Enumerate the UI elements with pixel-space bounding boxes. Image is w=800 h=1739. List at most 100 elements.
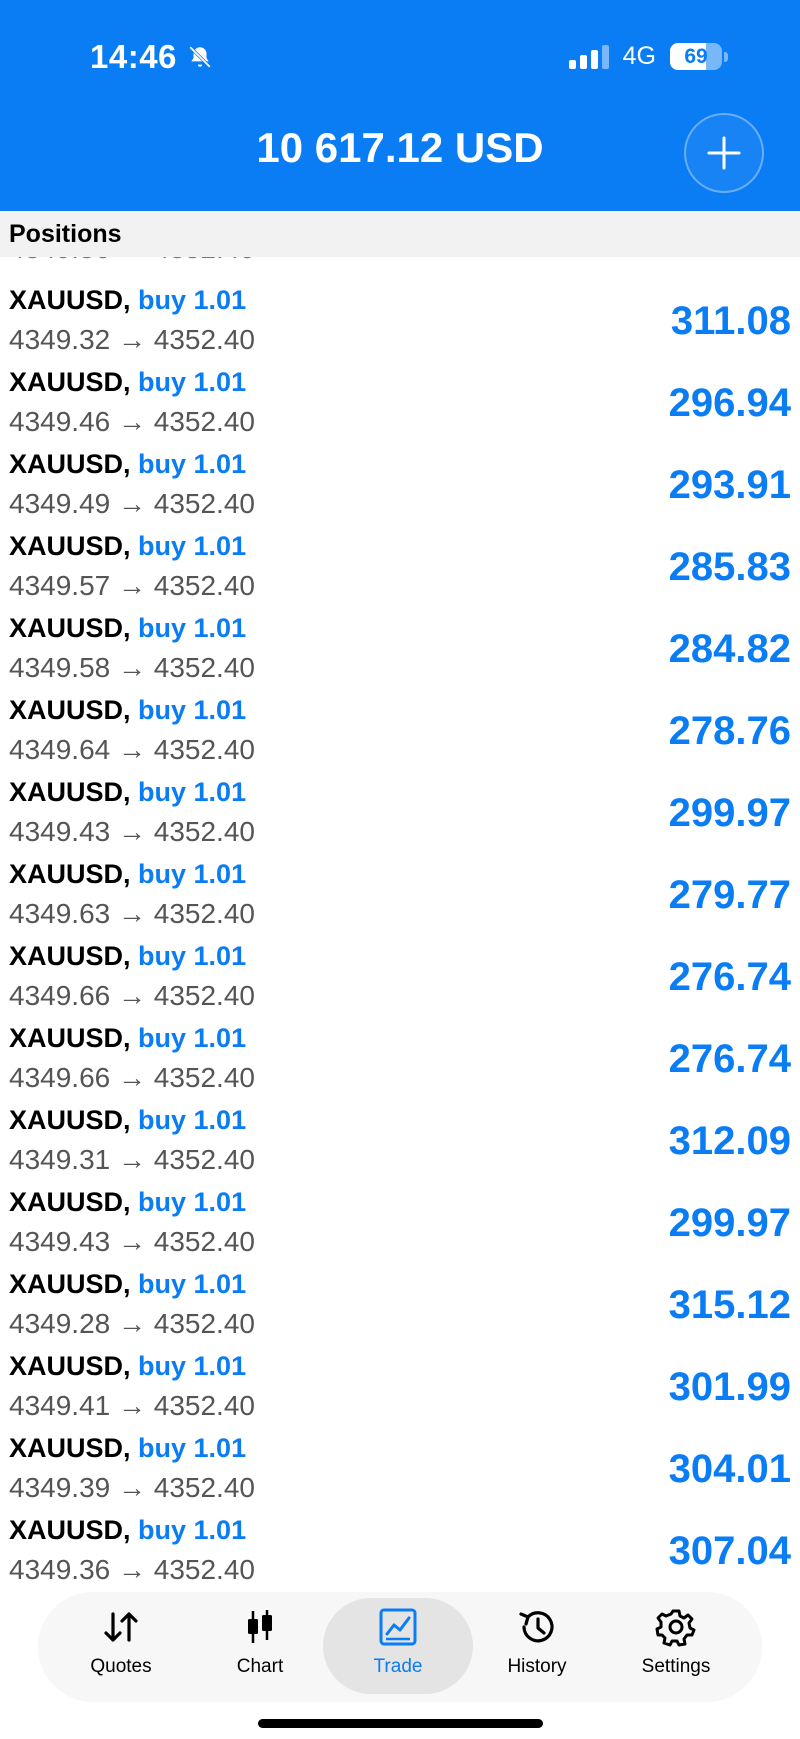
position-title: XAUUSD, buy 1.01 — [9, 1515, 246, 1546]
position-profit: 296.94 — [668, 381, 791, 425]
position-profit: 284.82 — [668, 627, 791, 671]
home-indicator — [258, 1719, 543, 1728]
position-prices: 4349.28 → 4352.40 — [9, 1308, 255, 1339]
position-profit: 279.77 — [668, 873, 791, 917]
position-prices: 4349.57 → 4352.40 — [9, 570, 255, 601]
status-time: 14:46 — [90, 38, 213, 76]
position-profit: 312.09 — [668, 1119, 791, 1163]
position-side: buy 1.01 — [138, 531, 247, 561]
partial-row-prices: 4349.56 → 4352.40 — [9, 257, 255, 265]
quotes-arrows-icon — [104, 1612, 138, 1642]
position-row[interactable]: XAUUSD, buy 1.01 4349.32 → 4352.40 311.08 — [0, 281, 800, 363]
new-order-button[interactable] — [684, 113, 764, 193]
tab-quotes[interactable]: Quotes — [46, 1598, 196, 1694]
position-side: buy 1.01 — [138, 1351, 247, 1381]
position-title: XAUUSD, buy 1.01 — [9, 859, 246, 890]
position-profit: 299.97 — [668, 791, 791, 835]
position-profit: 304.01 — [668, 1447, 791, 1491]
tab-bar: Quotes Chart Trade History Settings — [38, 1592, 762, 1702]
position-row[interactable]: XAUUSD, buy 1.01 4349.46 → 4352.40 296.94 — [0, 363, 800, 445]
tab-settings[interactable]: Settings — [601, 1598, 751, 1694]
position-side: buy 1.01 — [138, 1105, 247, 1135]
position-title: XAUUSD, buy 1.01 — [9, 1269, 246, 1300]
position-side: buy 1.01 — [138, 1433, 247, 1463]
position-symbol: XAUUSD, — [9, 1023, 131, 1053]
position-title: XAUUSD, buy 1.01 — [9, 1351, 246, 1382]
position-row[interactable]: XAUUSD, buy 1.01 4349.57 → 4352.40 285.83 — [0, 527, 800, 609]
position-symbol: XAUUSD, — [9, 1433, 131, 1463]
position-prices: 4349.46 → 4352.40 — [9, 406, 255, 437]
position-row[interactable]: XAUUSD, buy 1.01 4349.63 → 4352.40 279.77 — [0, 855, 800, 937]
positions-list[interactable]: 4349.56 → 4352.40 XAUUSD, buy 1.01 4349.3… — [0, 257, 800, 1590]
position-side: buy 1.01 — [138, 613, 247, 643]
position-prices: 4349.43 → 4352.40 — [9, 1226, 255, 1257]
position-title: XAUUSD, buy 1.01 — [9, 777, 246, 808]
network-type: 4G — [622, 42, 656, 70]
position-row[interactable]: XAUUSD, buy 1.01 4349.39 → 4352.40 304.01 — [0, 1429, 800, 1511]
position-title: XAUUSD, buy 1.01 — [9, 613, 246, 644]
plus-icon — [707, 136, 741, 170]
position-row[interactable]: XAUUSD, buy 1.01 4349.64 → 4352.40 278.76 — [0, 691, 800, 773]
position-row[interactable]: XAUUSD, buy 1.01 4349.36 → 4352.40 307.04 — [0, 1511, 800, 1590]
position-row[interactable]: XAUUSD, buy 1.01 4349.41 → 4352.40 301.99 — [0, 1347, 800, 1429]
position-profit: 311.08 — [670, 299, 791, 343]
position-side: buy 1.01 — [138, 777, 247, 807]
trade-chart-icon — [379, 1608, 417, 1646]
position-title: XAUUSD, buy 1.01 — [9, 1105, 246, 1136]
position-prices: 4349.63 → 4352.40 — [9, 898, 255, 929]
candlestick-icon — [248, 1610, 272, 1643]
position-row[interactable]: XAUUSD, buy 1.01 4349.31 → 4352.40 312.09 — [0, 1101, 800, 1183]
position-prices: 4349.58 → 4352.40 — [9, 652, 255, 683]
position-side: buy 1.01 — [138, 695, 247, 725]
position-prices: 4349.64 → 4352.40 — [9, 734, 255, 765]
position-profit: 299.97 — [668, 1201, 791, 1245]
position-side: buy 1.01 — [138, 859, 247, 889]
position-symbol: XAUUSD, — [9, 613, 131, 643]
tab-chart-label: Chart — [236, 1656, 284, 1677]
tab-history-label: History — [507, 1656, 567, 1677]
position-row[interactable]: XAUUSD, buy 1.01 4349.49 → 4352.40 293.91 — [0, 445, 800, 527]
tab-chart[interactable]: Chart — [185, 1598, 335, 1694]
position-symbol: XAUUSD, — [9, 1269, 131, 1299]
section-title: Positions — [9, 220, 122, 248]
position-profit: 307.04 — [668, 1529, 791, 1573]
position-side: buy 1.01 — [138, 1023, 247, 1053]
position-row[interactable]: XAUUSD, buy 1.01 4349.43 → 4352.40 299.97 — [0, 1183, 800, 1265]
position-prices: 4349.66 → 4352.40 — [9, 1062, 255, 1093]
position-symbol: XAUUSD, — [9, 449, 131, 479]
position-prices: 4349.31 → 4352.40 — [9, 1144, 255, 1175]
position-symbol: XAUUSD, — [9, 777, 131, 807]
history-clock-icon — [519, 1611, 554, 1643]
position-title: XAUUSD, buy 1.01 — [9, 531, 246, 562]
position-symbol: XAUUSD, — [9, 285, 131, 315]
bottom-bar: Quotes Chart Trade History Settings — [0, 1590, 800, 1739]
position-side: buy 1.01 — [138, 941, 247, 971]
position-prices: 4349.36 → 4352.40 — [9, 1554, 255, 1585]
position-prices: 4349.32 → 4352.40 — [9, 324, 255, 355]
tab-trade-label: Trade — [373, 1656, 423, 1677]
position-side: buy 1.01 — [138, 449, 247, 479]
battery-percent: 69 — [684, 44, 708, 68]
position-row[interactable]: XAUUSD, buy 1.01 4349.66 → 4352.40 276.74 — [0, 937, 800, 1019]
position-prices: 4349.41 → 4352.40 — [9, 1390, 255, 1421]
position-title: XAUUSD, buy 1.01 — [9, 941, 246, 972]
position-side: buy 1.01 — [138, 1187, 247, 1217]
position-row[interactable]: XAUUSD, buy 1.01 4349.43 → 4352.40 299.97 — [0, 773, 800, 855]
position-profit: 301.99 — [668, 1365, 791, 1409]
position-prices: 4349.49 → 4352.40 — [9, 488, 255, 519]
position-row[interactable]: XAUUSD, buy 1.01 4349.66 → 4352.40 276.74 — [0, 1019, 800, 1101]
signal-icon — [568, 44, 609, 69]
position-row[interactable]: XAUUSD, buy 1.01 4349.58 → 4352.40 284.82 — [0, 609, 800, 691]
position-title: XAUUSD, buy 1.01 — [9, 367, 246, 398]
position-symbol: XAUUSD, — [9, 1187, 131, 1217]
position-row[interactable]: XAUUSD, buy 1.01 4349.28 → 4352.40 315.12 — [0, 1265, 800, 1347]
tab-trade[interactable]: Trade — [323, 1598, 473, 1694]
position-profit: 276.74 — [668, 955, 791, 999]
position-prices: 4349.39 → 4352.40 — [9, 1472, 255, 1503]
position-symbol: XAUUSD, — [9, 1515, 131, 1545]
position-profit: 285.83 — [668, 545, 791, 589]
position-title: XAUUSD, buy 1.01 — [9, 1187, 246, 1218]
gear-icon — [655, 1609, 696, 1647]
tab-history[interactable]: History — [462, 1598, 612, 1694]
position-symbol: XAUUSD, — [9, 941, 131, 971]
